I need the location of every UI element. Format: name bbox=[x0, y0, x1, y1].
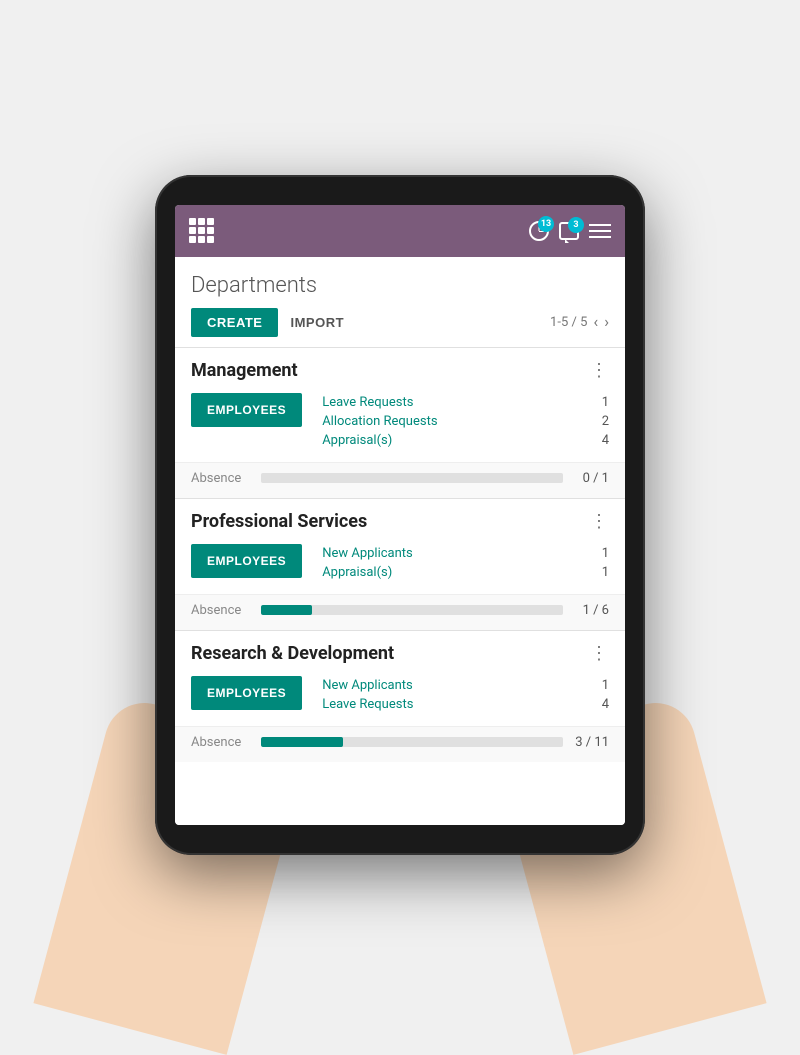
dept-header: Research & Development ⋮ bbox=[175, 631, 625, 672]
pagination-text: 1-5 / 5 bbox=[550, 315, 587, 330]
stat-label: Appraisal(s) bbox=[322, 565, 392, 580]
absence-row: Absence 1 / 6 bbox=[175, 594, 625, 630]
dept-stats: Leave Requests 1 Allocation Requests 2 A… bbox=[322, 393, 609, 450]
stat-row: New Applicants 1 bbox=[322, 676, 609, 695]
scene: 13 3 Departments bbox=[0, 0, 800, 1029]
page-header: Departments CREATE IMPORT 1-5 / 5 ‹ › bbox=[175, 257, 625, 347]
dept-name: Management bbox=[191, 360, 298, 381]
stat-value: 1 bbox=[602, 395, 609, 410]
absence-count: 3 / 11 bbox=[573, 735, 609, 750]
absence-progress-fill bbox=[261, 737, 343, 747]
stat-value: 1 bbox=[602, 678, 609, 693]
employees-button[interactable]: EMPLOYEES bbox=[191, 676, 302, 710]
stat-label: New Applicants bbox=[322, 678, 413, 693]
navbar-right: 13 3 bbox=[529, 221, 611, 241]
dept-stats: New Applicants 1 Leave Requests 4 bbox=[322, 676, 609, 714]
hamburger-menu-icon[interactable] bbox=[589, 224, 611, 238]
absence-progress-bg bbox=[261, 737, 563, 747]
absence-count: 0 / 1 bbox=[573, 471, 609, 486]
stat-label: Appraisal(s) bbox=[322, 433, 392, 448]
absence-progress-bg bbox=[261, 605, 563, 615]
absence-progress-bg bbox=[261, 473, 563, 483]
messages-icon-wrapper[interactable]: 3 bbox=[559, 222, 579, 240]
toolbar: CREATE IMPORT 1-5 / 5 ‹ › bbox=[191, 308, 609, 337]
pagination: 1-5 / 5 ‹ › bbox=[550, 314, 609, 330]
stat-value: 1 bbox=[602, 546, 609, 561]
stat-label: Allocation Requests bbox=[322, 414, 437, 429]
activity-badge: 13 bbox=[538, 216, 554, 232]
dept-body: EMPLOYEES New Applicants 1 Leave Request… bbox=[175, 672, 625, 726]
department-list: Management ⋮ EMPLOYEES Leave Requests 1 … bbox=[175, 347, 625, 762]
employees-button[interactable]: EMPLOYEES bbox=[191, 393, 302, 427]
stat-value: 1 bbox=[602, 565, 609, 580]
create-button[interactable]: CREATE bbox=[191, 308, 278, 337]
stat-row: Appraisal(s) 4 bbox=[322, 431, 609, 450]
dept-body: EMPLOYEES New Applicants 1 Appraisal(s) … bbox=[175, 540, 625, 594]
dept-name: Professional Services bbox=[191, 511, 367, 532]
stat-row: Leave Requests 1 bbox=[322, 393, 609, 412]
next-page-button[interactable]: › bbox=[604, 314, 609, 330]
absence-label: Absence bbox=[191, 603, 251, 618]
stat-value: 4 bbox=[602, 697, 609, 712]
activity-icon-wrapper[interactable]: 13 bbox=[529, 221, 549, 241]
stat-row: Allocation Requests 2 bbox=[322, 412, 609, 431]
department-card: Research & Development ⋮ EMPLOYEES New A… bbox=[175, 630, 625, 762]
stat-label: Leave Requests bbox=[322, 395, 413, 410]
stat-row: Leave Requests 4 bbox=[322, 695, 609, 714]
stat-value: 4 bbox=[602, 433, 609, 448]
absence-row: Absence 0 / 1 bbox=[175, 462, 625, 498]
dept-stats: New Applicants 1 Appraisal(s) 1 bbox=[322, 544, 609, 582]
messages-badge: 3 bbox=[568, 217, 584, 233]
stat-row: Appraisal(s) 1 bbox=[322, 563, 609, 582]
dept-header: Management ⋮ bbox=[175, 348, 625, 389]
absence-label: Absence bbox=[191, 735, 251, 750]
department-card: Management ⋮ EMPLOYEES Leave Requests 1 … bbox=[175, 347, 625, 498]
import-button[interactable]: IMPORT bbox=[290, 315, 344, 330]
dept-menu-icon[interactable]: ⋮ bbox=[590, 643, 609, 664]
navbar: 13 3 bbox=[175, 205, 625, 257]
tablet: 13 3 Departments bbox=[155, 175, 645, 855]
absence-label: Absence bbox=[191, 471, 251, 486]
dept-menu-icon[interactable]: ⋮ bbox=[590, 511, 609, 532]
dept-header: Professional Services ⋮ bbox=[175, 499, 625, 540]
page-title: Departments bbox=[191, 273, 609, 298]
tablet-screen: 13 3 Departments bbox=[175, 205, 625, 825]
grid-menu-icon[interactable] bbox=[189, 218, 214, 243]
stat-value: 2 bbox=[602, 414, 609, 429]
dept-name: Research & Development bbox=[191, 643, 394, 664]
dept-body: EMPLOYEES Leave Requests 1 Allocation Re… bbox=[175, 389, 625, 462]
dept-menu-icon[interactable]: ⋮ bbox=[590, 360, 609, 381]
absence-progress-fill bbox=[261, 605, 312, 615]
stat-label: Leave Requests bbox=[322, 697, 413, 712]
stat-label: New Applicants bbox=[322, 546, 413, 561]
stat-row: New Applicants 1 bbox=[322, 544, 609, 563]
absence-count: 1 / 6 bbox=[573, 603, 609, 618]
department-card: Professional Services ⋮ EMPLOYEES New Ap… bbox=[175, 498, 625, 630]
employees-button[interactable]: EMPLOYEES bbox=[191, 544, 302, 578]
prev-page-button[interactable]: ‹ bbox=[593, 314, 598, 330]
content-area: Departments CREATE IMPORT 1-5 / 5 ‹ › Ma… bbox=[175, 257, 625, 825]
absence-row: Absence 3 / 11 bbox=[175, 726, 625, 762]
